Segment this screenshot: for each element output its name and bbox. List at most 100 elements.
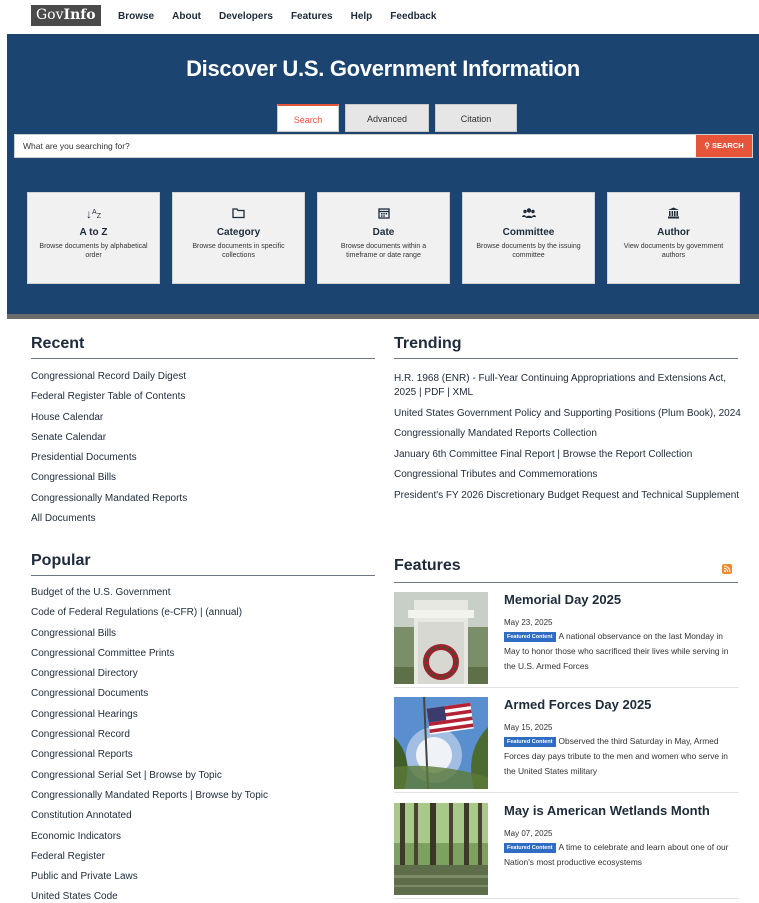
- list-item[interactable]: Presidential Documents: [31, 448, 187, 468]
- card-desc: View documents by government authors: [623, 243, 724, 259]
- calendar-icon: [318, 207, 449, 221]
- feature-image-memorial[interactable]: [394, 592, 488, 684]
- feature-date: May 07, 2025: [504, 829, 553, 838]
- card-desc: Browse documents by the issuing committe…: [476, 243, 581, 259]
- list-item[interactable]: Code of Federal Regulations (e-CFR) | (a…: [31, 603, 268, 623]
- institution-icon: [608, 207, 739, 221]
- list-item[interactable]: Congressional Documents: [31, 684, 268, 704]
- search-button-label: SEARCH: [711, 141, 744, 150]
- search-input[interactable]: [15, 135, 695, 157]
- folder-icon: [173, 207, 304, 221]
- tab-advanced[interactable]: Advanced: [345, 104, 429, 132]
- nav-about[interactable]: About: [172, 11, 201, 22]
- feature-date: May 15, 2025: [504, 723, 553, 732]
- list-item[interactable]: Congressionally Mandated Reports: [31, 489, 187, 509]
- feature-image-flag[interactable]: [394, 697, 488, 789]
- feature-title[interactable]: Armed Forces Day 2025: [504, 697, 651, 712]
- nav-browse[interactable]: Browse: [118, 11, 154, 22]
- feature-item[interactable]: Armed Forces Day 2025 May 15, 2025 Featu…: [394, 697, 739, 793]
- list-item[interactable]: Congressional Reports: [31, 745, 268, 765]
- nav-developers[interactable]: Developers: [219, 11, 273, 22]
- card-category[interactable]: Category Browse documents in specific co…: [172, 192, 305, 284]
- nav-feedback[interactable]: Feedback: [390, 11, 436, 22]
- rss-icon[interactable]: [722, 564, 732, 574]
- trending-divider: [394, 358, 738, 359]
- list-item[interactable]: H.R. 1968 (ENR) - Full-Year Continuing A…: [394, 372, 744, 400]
- feature-title[interactable]: May is American Wetlands Month: [504, 803, 710, 818]
- list-item[interactable]: Congressional Bills: [31, 468, 187, 488]
- card-a-to-z[interactable]: ↓AZ A to Z Browse documents by alphabeti…: [27, 192, 160, 284]
- card-title: Category: [216, 227, 261, 238]
- list-item[interactable]: President's FY 2026 Discretionary Budget…: [394, 489, 744, 503]
- list-item[interactable]: Federal Register: [31, 847, 268, 867]
- card-author[interactable]: Author View documents by government auth…: [607, 192, 740, 284]
- search-bar: ⚲ SEARCH: [14, 134, 753, 158]
- main-nav: Browse About Developers Features Help Fe…: [118, 11, 454, 22]
- list-item[interactable]: Congressional Serial Set | Browse by Top…: [31, 766, 268, 786]
- sort-az-icon: ↓AZ: [86, 207, 101, 221]
- search-button[interactable]: ⚲ SEARCH: [696, 135, 752, 157]
- list-item[interactable]: Federal Register Table of Contents: [31, 387, 187, 407]
- card-date[interactable]: Date Browse documents within a timeframe…: [317, 192, 450, 284]
- recent-list: Congressional Record Daily Digest Federa…: [31, 367, 187, 529]
- trending-list: H.R. 1968 (ENR) - Full-Year Continuing A…: [394, 372, 744, 509]
- feature-image-wetlands[interactable]: [394, 803, 488, 895]
- feature-title[interactable]: Memorial Day 2025: [504, 592, 621, 607]
- card-desc: Browse documents by alphabetical order: [39, 243, 148, 259]
- card-title: Committee: [502, 227, 555, 238]
- search-icon: ⚲: [704, 141, 712, 150]
- browse-cards: ↓AZ A to Z Browse documents by alphabeti…: [27, 192, 740, 284]
- list-item[interactable]: Congressional Bills: [31, 624, 268, 644]
- card-committee[interactable]: Committee Browse documents by the issuin…: [462, 192, 595, 284]
- card-desc: Browse documents within a timeframe or d…: [340, 243, 427, 259]
- hero-title: Discover U.S. Government Information: [186, 56, 580, 81]
- list-item[interactable]: Senate Calendar: [31, 428, 187, 448]
- list-item[interactable]: United States Code: [31, 887, 268, 903]
- list-item[interactable]: Congressional Committee Prints: [31, 644, 268, 664]
- list-item[interactable]: Congressionally Mandated Reports Collect…: [394, 427, 744, 441]
- feature-description: Featured Content Observed the third Satur…: [504, 734, 736, 779]
- nav-help[interactable]: Help: [351, 11, 373, 22]
- featured-content-badge: Featured Content: [504, 843, 556, 853]
- feature-item[interactable]: Memorial Day 2025 May 23, 2025 Featured …: [394, 592, 739, 688]
- list-item[interactable]: Congressional Record: [31, 725, 268, 745]
- list-item[interactable]: January 6th Committee Final Report | Bro…: [394, 448, 744, 462]
- hero-banner: Discover U.S. Government Information Sea…: [7, 34, 759, 319]
- tab-citation[interactable]: Citation: [435, 104, 517, 132]
- feature-date: May 23, 2025: [504, 618, 553, 627]
- popular-heading: Popular: [31, 552, 91, 569]
- trending-heading: Trending: [394, 335, 462, 352]
- list-item[interactable]: Congressional Record Daily Digest: [31, 367, 187, 387]
- list-item[interactable]: Congressional Tributes and Commemoration…: [394, 468, 744, 482]
- list-item[interactable]: Congressional Directory: [31, 664, 268, 684]
- featured-content-badge: Featured Content: [504, 737, 556, 747]
- list-item[interactable]: Public and Private Laws: [31, 867, 268, 887]
- govinfo-logo[interactable]: GovInfo: [31, 5, 101, 26]
- top-nav: GovInfo Browse About Developers Features…: [0, 0, 759, 34]
- list-item[interactable]: Congressional Hearings: [31, 705, 268, 725]
- feature-description: Featured Content A time to celebrate and …: [504, 840, 736, 870]
- popular-list: Budget of the U.S. Government Code of Fe…: [31, 583, 268, 903]
- card-title: A to Z: [79, 227, 108, 238]
- card-title: Author: [657, 227, 690, 238]
- list-item[interactable]: Congressionally Mandated Reports | Brows…: [31, 786, 268, 806]
- list-item[interactable]: Economic Indicators: [31, 827, 268, 847]
- featured-content-badge: Featured Content: [504, 632, 556, 642]
- features-divider: [394, 582, 738, 583]
- users-icon: [463, 207, 594, 221]
- list-item[interactable]: House Calendar: [31, 408, 187, 428]
- recent-divider: [31, 358, 375, 359]
- list-item[interactable]: United States Government Policy and Supp…: [394, 407, 744, 421]
- feature-description: Featured Content A national observance on…: [504, 629, 736, 674]
- search-tabs: Search Advanced Citation: [277, 104, 523, 132]
- popular-divider: [31, 575, 375, 576]
- list-item[interactable]: Constitution Annotated: [31, 806, 268, 826]
- list-item[interactable]: All Documents: [31, 509, 187, 529]
- recent-heading: Recent: [31, 335, 85, 352]
- feature-item[interactable]: May is American Wetlands Month May 07, 2…: [394, 803, 739, 899]
- list-item[interactable]: Budget of the U.S. Government: [31, 583, 268, 603]
- tab-search[interactable]: Search: [277, 104, 339, 132]
- card-title: Date: [372, 227, 395, 238]
- nav-features[interactable]: Features: [291, 11, 333, 22]
- features-heading: Features: [394, 557, 461, 574]
